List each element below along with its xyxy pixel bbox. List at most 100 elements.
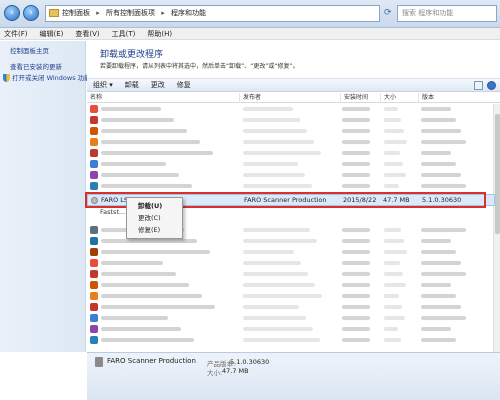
menu-help[interactable]: 帮助(H) (147, 28, 172, 39)
blurred-cell (384, 107, 398, 111)
blurred-cell (243, 294, 322, 298)
context-menu: 卸载(U) 更改(C) 修复(E) (126, 197, 183, 239)
blurred-cell (421, 129, 461, 133)
program-row[interactable] (87, 170, 493, 181)
page-title: 卸载或更改程序 (100, 50, 164, 60)
program-icon (90, 281, 98, 289)
next-program-name[interactable]: Fastst... (100, 208, 125, 216)
program-icon (90, 160, 98, 168)
detail-size-label: 大小: (207, 369, 223, 377)
blurred-cell (101, 250, 210, 254)
crumb-separator: ▸ (161, 9, 165, 17)
blurred-cell (342, 250, 370, 254)
program-version: 5.1.0.30630 (422, 196, 462, 204)
blurred-cell (342, 316, 370, 320)
repair-button[interactable]: 修复 (177, 79, 191, 91)
menu-tools[interactable]: 工具(T) (112, 28, 136, 39)
blurred-cell (101, 239, 197, 243)
program-row[interactable] (87, 280, 493, 291)
program-icon (90, 171, 98, 179)
blurred-cell (243, 338, 320, 342)
program-row[interactable] (87, 148, 493, 159)
blurred-cell (421, 327, 451, 331)
blurred-cell (384, 305, 402, 309)
search-input[interactable]: 搜索 程序和功能 (397, 5, 497, 22)
program-icon (90, 237, 98, 245)
change-button[interactable]: 更改 (151, 79, 165, 91)
blurred-cell (101, 151, 213, 155)
detail-publisher: FARO Scanner Production (107, 357, 196, 365)
blurred-cell (421, 151, 451, 155)
menu-edit[interactable]: 编辑(E) (40, 28, 64, 39)
program-row[interactable] (87, 126, 493, 137)
organize-button[interactable]: 组织 ▾ (93, 79, 113, 91)
program-row[interactable] (87, 324, 493, 335)
program-icon (90, 314, 98, 322)
blurred-cell (384, 239, 404, 243)
program-row[interactable] (87, 302, 493, 313)
program-row[interactable] (87, 137, 493, 148)
blurred-cell (101, 283, 189, 287)
program-icon (90, 336, 98, 344)
blurred-cell (384, 140, 407, 144)
details-pane: FARO Scanner Production 产品版本: 5.1.0.3063… (87, 352, 500, 400)
back-button[interactable]: ‹ (4, 5, 20, 21)
program-row[interactable] (87, 335, 493, 346)
column-version[interactable]: 版本 (418, 93, 493, 103)
program-row[interactable] (87, 247, 493, 258)
blurred-cell (421, 118, 456, 122)
context-repair[interactable]: 修复(E) (129, 224, 180, 236)
blurred-cell (243, 283, 315, 287)
help-icon[interactable] (487, 81, 496, 90)
program-icon (90, 149, 98, 157)
program-icon (90, 182, 98, 190)
menu-file[interactable]: 文件(F) (4, 28, 28, 39)
blurred-cell (421, 261, 461, 265)
blurred-cell (243, 184, 312, 188)
program-row[interactable] (87, 258, 493, 269)
column-installed[interactable]: 安装时间 (340, 93, 380, 103)
crumb-all-items[interactable]: 所有控制面板项 (106, 9, 155, 17)
program-row[interactable] (87, 104, 493, 115)
blurred-cell (421, 316, 466, 320)
program-icon (91, 197, 98, 204)
program-row[interactable] (87, 115, 493, 126)
crumb-control-panel[interactable]: 控制面板 (62, 9, 90, 17)
program-icon (90, 292, 98, 300)
blurred-cell (101, 305, 215, 309)
program-row[interactable] (87, 269, 493, 280)
column-publisher[interactable]: 发布者 (239, 93, 340, 103)
menu-view[interactable]: 查看(V) (75, 28, 99, 39)
program-row[interactable] (87, 291, 493, 302)
blurred-cell (384, 250, 407, 254)
program-row[interactable] (87, 181, 493, 192)
uninstall-button[interactable]: 卸载 (125, 79, 139, 91)
breadcrumb[interactable]: 控制面板 ▸ 所有控制面板项 ▸ 程序和功能 (45, 5, 380, 22)
view-options-icon[interactable] (474, 81, 483, 90)
view-updates-link[interactable]: 查看已安装的更新 (10, 61, 62, 71)
scrollbar-thumb[interactable] (495, 114, 500, 234)
control-panel-home-link[interactable]: 控制面板主页 (10, 45, 49, 55)
blurred-cell (384, 151, 400, 155)
context-uninstall[interactable]: 卸载(U) (129, 200, 180, 212)
context-change[interactable]: 更改(C) (129, 212, 180, 224)
column-header: 名称 发布者 安装时间 大小 版本 (87, 93, 500, 103)
program-row[interactable] (87, 159, 493, 170)
blurred-cell (101, 327, 181, 331)
column-name[interactable]: 名称 (87, 93, 239, 103)
blurred-cell (342, 228, 370, 232)
blurred-cell (243, 162, 298, 166)
program-row[interactable] (87, 313, 493, 324)
blurred-cell (101, 162, 166, 166)
forward-button[interactable]: › (23, 5, 39, 21)
crumb-programs[interactable]: 程序和功能 (171, 9, 206, 17)
blurred-cell (342, 272, 370, 276)
blurred-cell (384, 118, 401, 122)
column-size[interactable]: 大小 (380, 93, 418, 103)
windows-features-link[interactable]: 打开或关闭 Windows 功能 (3, 72, 91, 82)
vertical-scrollbar[interactable] (493, 104, 500, 352)
blurred-cell (384, 294, 399, 298)
refresh-icon[interactable]: ⟳ (384, 5, 396, 22)
blurred-cell (243, 272, 308, 276)
blurred-cell (243, 250, 294, 254)
